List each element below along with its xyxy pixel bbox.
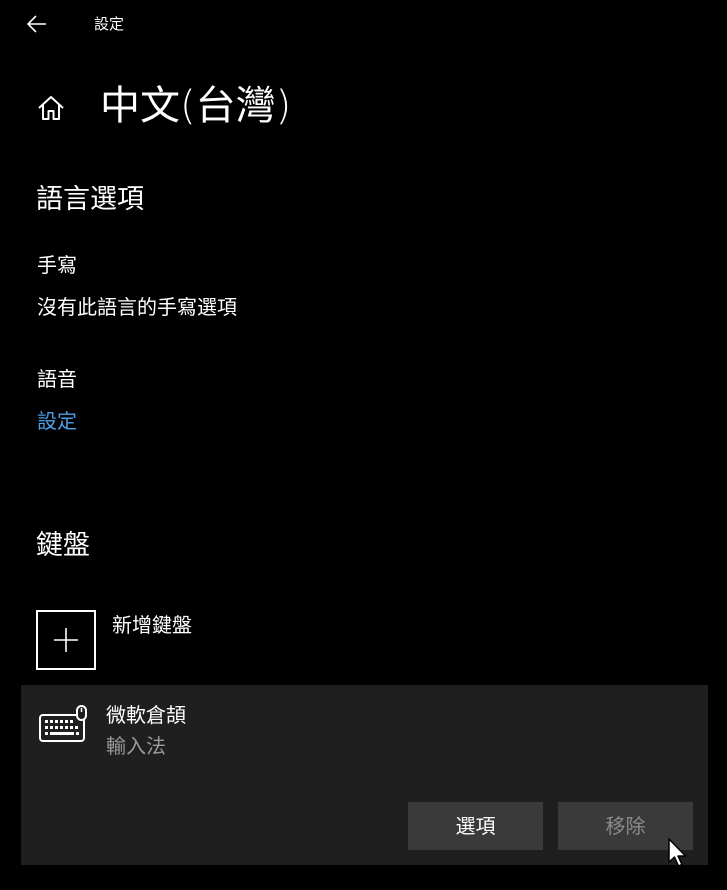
keyboard-name: 微軟倉頡 (106, 703, 186, 727)
speech-label: 語音 (37, 367, 77, 391)
handwriting-label: 手寫 (37, 253, 77, 277)
keyboard-options-button[interactable]: 選項 (408, 802, 543, 850)
page-title: 中文(台灣) (100, 83, 292, 129)
back-button[interactable] (22, 10, 52, 38)
language-options-heading: 語言選項 (36, 184, 144, 215)
add-keyboard-label[interactable]: 新增鍵盤 (112, 612, 192, 638)
handwriting-value: 沒有此語言的手寫選項 (37, 295, 237, 319)
mouse-cursor-icon (667, 838, 689, 870)
speech-settings-link[interactable]: 設定 (37, 408, 77, 434)
keyboards-heading: 鍵盤 (36, 530, 90, 561)
keyboard-type: 輸入法 (106, 734, 166, 758)
keyboard-item-cangjie[interactable]: 微軟倉頡 輸入法 選項 移除 (21, 685, 708, 865)
plus-icon (54, 628, 78, 652)
keyboard-mouse-icon (39, 705, 89, 745)
add-keyboard-button[interactable] (36, 610, 96, 670)
back-arrow-icon (27, 15, 46, 33)
window-title: 設定 (94, 15, 125, 33)
home-icon[interactable] (36, 93, 66, 123)
